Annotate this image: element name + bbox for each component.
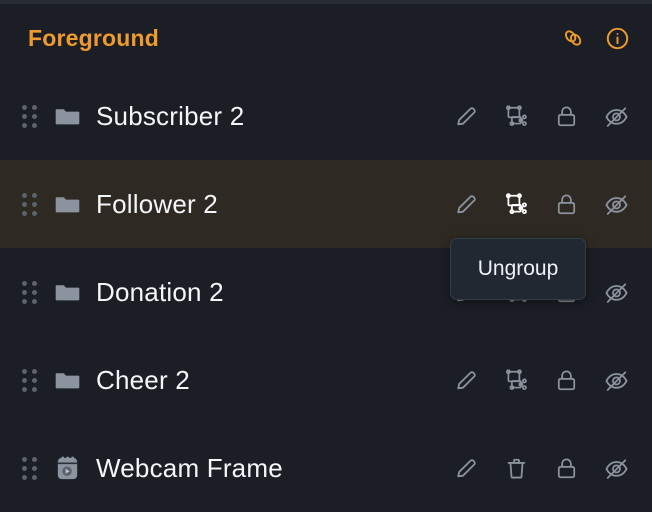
header-actions (560, 25, 630, 51)
ungroup-icon[interactable] (502, 102, 530, 130)
table-row[interactable]: Follower 2 (0, 160, 652, 248)
layers-panel: Foreground (0, 0, 652, 508)
tooltip-text: Ungroup (478, 257, 559, 281)
drag-handle-icon[interactable] (20, 455, 38, 481)
drag-handle-icon[interactable] (20, 103, 38, 129)
folder-icon (52, 189, 82, 219)
edit-icon[interactable] (452, 366, 480, 394)
layer-name: Donation 2 (96, 277, 452, 308)
eye-off-icon[interactable] (602, 454, 630, 482)
drag-handle-icon[interactable] (20, 279, 38, 305)
layer-name: Webcam Frame (96, 453, 452, 484)
eye-off-icon[interactable] (602, 278, 630, 306)
lock-icon[interactable] (552, 190, 580, 218)
ungroup-icon[interactable] (502, 366, 530, 394)
folder-icon (52, 101, 82, 131)
row-actions (452, 102, 630, 130)
row-actions (452, 454, 630, 482)
lock-icon[interactable] (552, 366, 580, 394)
table-row[interactable]: Cheer 2 (0, 336, 652, 424)
panel-header: Foreground (0, 4, 652, 72)
folder-icon (52, 277, 82, 307)
info-icon[interactable] (604, 25, 630, 51)
table-row[interactable]: Subscriber 2 (0, 72, 652, 160)
drag-handle-icon[interactable] (20, 367, 38, 393)
link-icon[interactable] (560, 25, 586, 51)
row-actions (452, 366, 630, 394)
eye-off-icon[interactable] (602, 190, 630, 218)
layer-name: Subscriber 2 (96, 101, 452, 132)
media-source-icon (52, 453, 82, 483)
table-row[interactable]: Webcam Frame (0, 424, 652, 512)
layer-name: Follower 2 (96, 189, 452, 220)
tooltip: Ungroup (450, 238, 586, 300)
edit-icon[interactable] (452, 102, 480, 130)
edit-icon[interactable] (452, 454, 480, 482)
folder-icon (52, 365, 82, 395)
drag-handle-icon[interactable] (20, 191, 38, 217)
layer-name: Cheer 2 (96, 365, 452, 396)
lock-icon[interactable] (552, 454, 580, 482)
eye-off-icon[interactable] (602, 366, 630, 394)
page-title: Foreground (28, 25, 560, 52)
eye-off-icon[interactable] (602, 102, 630, 130)
row-actions (452, 190, 630, 218)
lock-icon[interactable] (552, 102, 580, 130)
delete-icon[interactable] (502, 454, 530, 482)
ungroup-icon[interactable] (502, 190, 530, 218)
edit-icon[interactable] (452, 190, 480, 218)
